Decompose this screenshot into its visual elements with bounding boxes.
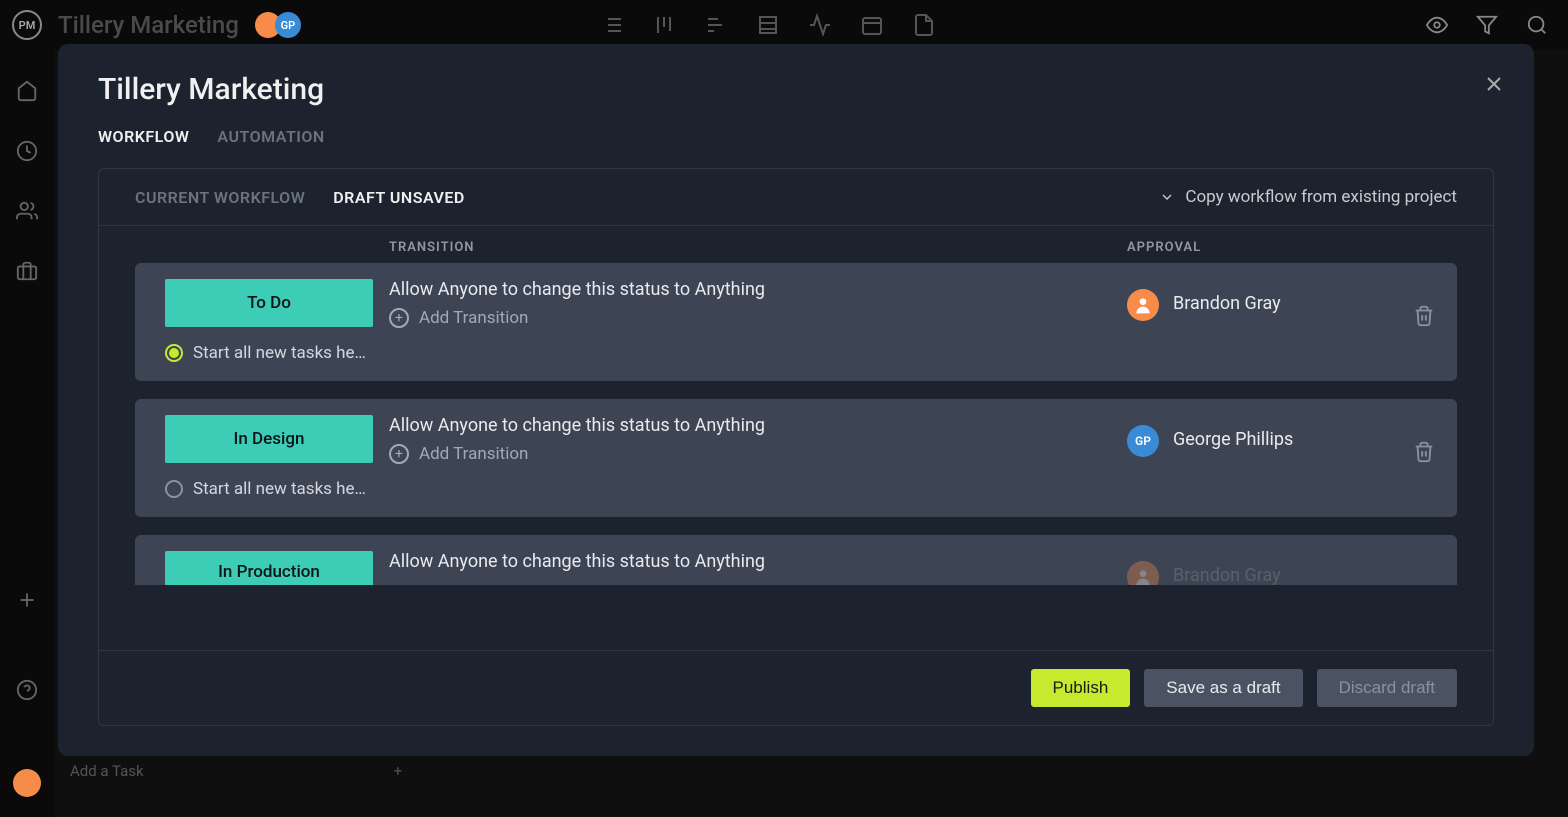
status-chip[interactable]: To Do bbox=[165, 279, 373, 327]
plus-icon: + bbox=[394, 762, 403, 780]
user-avatar[interactable] bbox=[13, 769, 41, 797]
discard-draft-button[interactable]: Discard draft bbox=[1317, 669, 1457, 707]
transition-text: Allow Anyone to change this status to An… bbox=[389, 551, 1127, 572]
approval-col: GP George Phillips bbox=[1127, 415, 1457, 499]
status-col: In Design Start all new tasks he… bbox=[135, 415, 389, 499]
plus-circle-icon: + bbox=[389, 308, 409, 328]
list-view-icon[interactable] bbox=[600, 13, 624, 37]
transition-text: Allow Anyone to change this status to An… bbox=[389, 279, 1127, 300]
recent-icon[interactable] bbox=[16, 140, 38, 162]
file-view-icon[interactable] bbox=[912, 13, 936, 37]
workflow-modal: Tillery Marketing WORKFLOW AUTOMATION CU… bbox=[58, 44, 1534, 756]
radio-label: Start all new tasks he… bbox=[193, 479, 375, 499]
status-col: To Do Start all new tasks he… bbox=[135, 279, 389, 363]
search-icon[interactable] bbox=[1526, 14, 1548, 36]
sub-tabs: CURRENT WORKFLOW DRAFT UNSAVED Copy work… bbox=[99, 169, 1493, 226]
tab-workflow[interactable]: WORKFLOW bbox=[98, 127, 189, 146]
left-rail bbox=[0, 50, 54, 817]
transition-col: Allow Anyone to change this status to An… bbox=[389, 415, 1127, 499]
filter-icon[interactable] bbox=[1476, 14, 1498, 36]
approver-avatar[interactable] bbox=[1127, 289, 1159, 321]
approver-name: Brandon Gray bbox=[1173, 561, 1281, 585]
col-approval-header: APPROVAL bbox=[1127, 240, 1457, 255]
workflow-row: In Design Start all new tasks he… Allow … bbox=[135, 399, 1457, 517]
modal-title: Tillery Marketing bbox=[98, 72, 1494, 107]
start-tasks-radio[interactable]: Start all new tasks he… bbox=[165, 479, 389, 499]
copy-workflow-link[interactable]: Copy workflow from existing project bbox=[1159, 187, 1457, 207]
sheet-view-icon[interactable] bbox=[756, 13, 780, 37]
header-actions bbox=[1426, 14, 1548, 36]
trash-icon[interactable] bbox=[1413, 441, 1435, 463]
publish-button[interactable]: Publish bbox=[1031, 669, 1131, 707]
workflow-row: In Production Allow Anyone to change thi… bbox=[135, 535, 1457, 585]
plus-circle-icon: + bbox=[389, 444, 409, 464]
tab-automation[interactable]: AUTOMATION bbox=[217, 127, 324, 146]
approval-col: Brandon Gray bbox=[1127, 551, 1457, 585]
home-icon[interactable] bbox=[16, 80, 38, 102]
save-draft-button[interactable]: Save as a draft bbox=[1144, 669, 1302, 707]
radio-icon bbox=[165, 480, 183, 498]
logo[interactable]: PM bbox=[12, 10, 42, 40]
workflow-row: To Do Start all new tasks he… Allow Anyo… bbox=[135, 263, 1457, 381]
top-header: PM Tillery Marketing GP bbox=[0, 0, 1568, 50]
workflow-rows: To Do Start all new tasks he… Allow Anyo… bbox=[99, 263, 1493, 650]
add-icon[interactable] bbox=[16, 589, 38, 611]
modal-footer: Publish Save as a draft Discard draft bbox=[99, 650, 1493, 725]
col-transition-header: TRANSITION bbox=[389, 240, 1127, 255]
add-transition-label: Add Transition bbox=[419, 308, 528, 328]
add-transition-label: Add Transition bbox=[419, 444, 528, 464]
trash-icon[interactable] bbox=[1413, 305, 1435, 327]
view-toolbar bbox=[600, 13, 936, 37]
start-tasks-radio[interactable]: Start all new tasks he… bbox=[165, 343, 389, 363]
approval-col: Brandon Gray bbox=[1127, 279, 1457, 363]
avatar[interactable]: GP bbox=[275, 12, 301, 38]
briefcase-icon[interactable] bbox=[16, 260, 38, 282]
approver-name: George Phillips bbox=[1173, 425, 1293, 450]
columns-header: TRANSITION APPROVAL bbox=[99, 226, 1493, 263]
approver-avatar[interactable] bbox=[1127, 561, 1159, 585]
project-title: Tillery Marketing bbox=[58, 11, 239, 39]
add-task-label: Add a Task bbox=[70, 762, 144, 780]
add-transition-button[interactable]: + Add Transition bbox=[389, 308, 1127, 328]
radio-icon bbox=[165, 344, 183, 362]
subtab-current-workflow[interactable]: CURRENT WORKFLOW bbox=[135, 188, 305, 207]
status-chip[interactable]: In Design bbox=[165, 415, 373, 463]
board-view-icon[interactable] bbox=[652, 13, 676, 37]
approver-name: Brandon Gray bbox=[1173, 289, 1281, 314]
subtab-draft-unsaved[interactable]: DRAFT UNSAVED bbox=[333, 188, 465, 207]
eye-icon[interactable] bbox=[1426, 14, 1448, 36]
close-icon[interactable] bbox=[1482, 72, 1506, 96]
transition-col: Allow Anyone to change this status to An… bbox=[389, 551, 1127, 585]
modal-tabs: WORKFLOW AUTOMATION bbox=[58, 107, 1534, 146]
approver-avatar[interactable]: GP bbox=[1127, 425, 1159, 457]
copy-workflow-label: Copy workflow from existing project bbox=[1185, 187, 1457, 207]
transition-col: Allow Anyone to change this status to An… bbox=[389, 279, 1127, 363]
chevron-down-icon bbox=[1159, 189, 1175, 205]
radio-label: Start all new tasks he… bbox=[193, 343, 375, 363]
team-icon[interactable] bbox=[16, 200, 38, 222]
add-transition-button[interactable]: + Add Transition bbox=[389, 444, 1127, 464]
gantt-view-icon[interactable] bbox=[704, 13, 728, 37]
transition-text: Allow Anyone to change this status to An… bbox=[389, 415, 1127, 436]
activity-icon[interactable] bbox=[808, 13, 832, 37]
modal-header: Tillery Marketing bbox=[58, 44, 1534, 107]
status-col: In Production bbox=[135, 551, 389, 585]
status-chip[interactable]: In Production bbox=[165, 551, 373, 585]
workflow-panel: CURRENT WORKFLOW DRAFT UNSAVED Copy work… bbox=[98, 168, 1494, 726]
workflow-row-partial: In Production Allow Anyone to change thi… bbox=[135, 535, 1457, 585]
add-task-bar[interactable]: Add a Task + bbox=[70, 753, 1568, 789]
help-icon[interactable] bbox=[16, 679, 38, 701]
avatar-stack: GP bbox=[255, 12, 301, 38]
calendar-view-icon[interactable] bbox=[860, 13, 884, 37]
